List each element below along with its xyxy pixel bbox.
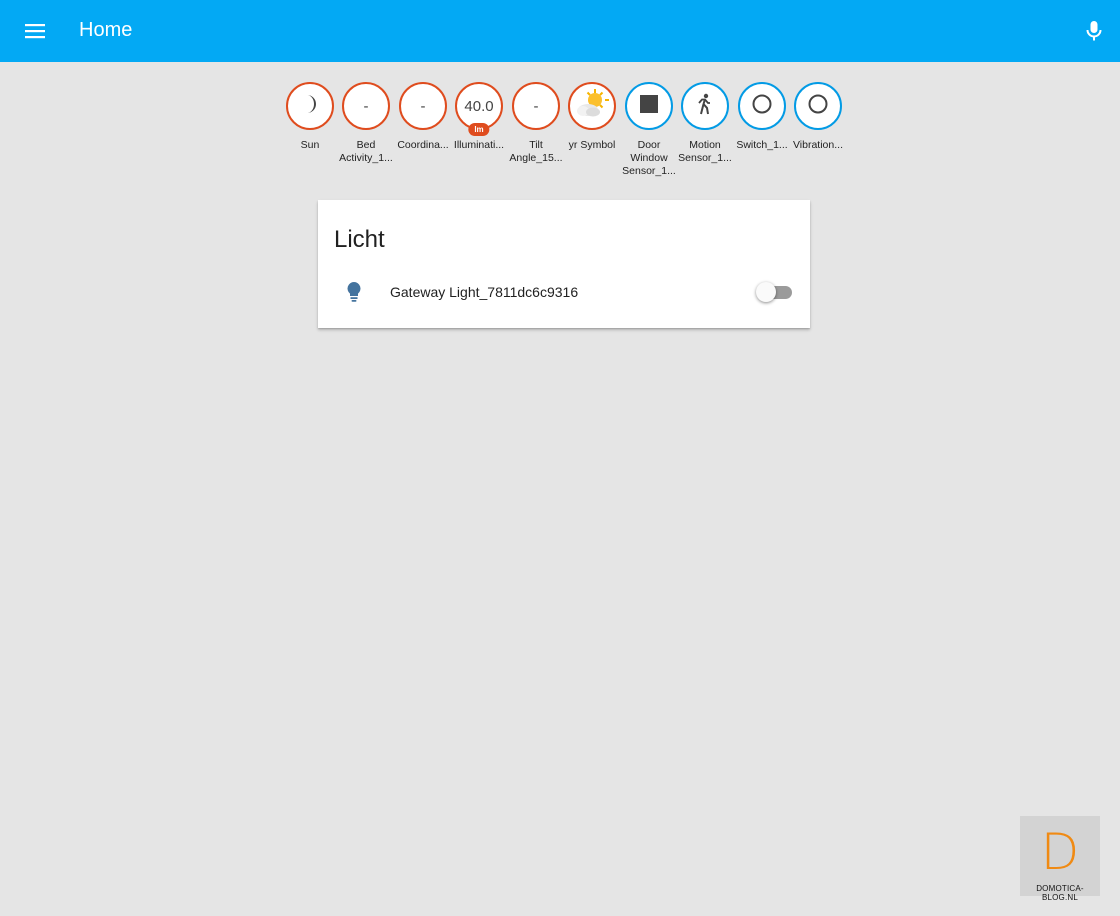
badge-label: Motion Sensor_1... — [678, 139, 732, 164]
watermark-logo: D DOMOTICA-BLOG.NL — [1020, 816, 1100, 902]
badge-label: yr Symbol — [568, 139, 616, 151]
light-toggle[interactable] — [756, 282, 794, 302]
watermark-text: DOMOTICA-BLOG.NL — [1036, 884, 1084, 902]
badge-circle[interactable] — [794, 82, 842, 130]
badge-row: Sun - Bed Activity_1... - Coordina... 40… — [282, 82, 848, 182]
badge-unit: lm — [468, 123, 490, 136]
badge-tilt-angle[interactable]: - Tilt Angle_15... — [508, 82, 564, 165]
circle-outline-icon — [807, 93, 829, 119]
lightbulb-icon — [342, 280, 366, 304]
badge-circle[interactable] — [738, 82, 786, 130]
square-icon — [639, 94, 659, 118]
entities-card: Licht Gateway Light_7811dc6c9316 — [318, 200, 810, 328]
badge-label: Door Window Sensor_1... — [622, 139, 676, 177]
badge-label: Illuminati... — [453, 139, 505, 151]
badge-label: Vibration... — [792, 139, 843, 151]
badge-label: Tilt Angle_15... — [509, 139, 563, 164]
badge-value: - — [363, 97, 369, 115]
badge-illumination[interactable]: 40.0 lm Illuminati... — [451, 82, 507, 152]
badge-value: - — [420, 97, 426, 115]
badge-vibration[interactable]: Vibration... — [790, 82, 846, 152]
app-toolbar: Home — [0, 0, 1120, 62]
badge-circle[interactable] — [625, 82, 673, 130]
badge-label: Switch_1... — [736, 139, 788, 151]
badge-circle[interactable]: 40.0 lm — [455, 82, 503, 136]
badge-label: Coordina... — [397, 139, 449, 151]
badge-circle[interactable] — [568, 82, 616, 130]
badge-circle[interactable] — [681, 82, 729, 130]
badge-circle[interactable] — [286, 82, 334, 130]
watermark-letter: D — [1040, 823, 1080, 881]
badge-circle[interactable]: - — [512, 82, 560, 130]
badge-label: Sun — [300, 139, 320, 151]
badge-bed-activity[interactable]: - Bed Activity_1... — [338, 82, 394, 165]
badge-sun[interactable]: Sun — [282, 82, 338, 152]
walking-person-icon — [696, 93, 714, 119]
moon-icon — [300, 93, 320, 119]
entity-name: Gateway Light_7811dc6c9316 — [390, 284, 579, 300]
badge-label: Bed Activity_1... — [339, 139, 393, 164]
badge-door-window-sensor[interactable]: Door Window Sensor_1... — [621, 82, 677, 178]
microphone-icon[interactable] — [1082, 18, 1106, 44]
circle-outline-icon — [751, 93, 773, 119]
card-title: Licht — [334, 226, 385, 253]
badge-motion-sensor[interactable]: Motion Sensor_1... — [677, 82, 733, 165]
badge-value: - — [533, 97, 539, 115]
menu-icon[interactable] — [22, 19, 48, 43]
toggle-knob[interactable] — [756, 282, 776, 302]
badge-coordination[interactable]: - Coordina... — [395, 82, 451, 152]
badge-circle[interactable]: - — [399, 82, 447, 130]
weather-partly-cloudy-icon — [574, 87, 610, 125]
badge-yr-symbol[interactable]: yr Symbol — [564, 82, 620, 152]
badge-value: 40.0 — [464, 97, 494, 115]
entity-row[interactable]: Gateway Light_7811dc6c9316 — [318, 272, 810, 312]
page-title: Home — [79, 19, 133, 41]
badge-circle[interactable]: - — [342, 82, 390, 130]
badge-switch[interactable]: Switch_1... — [734, 82, 790, 152]
